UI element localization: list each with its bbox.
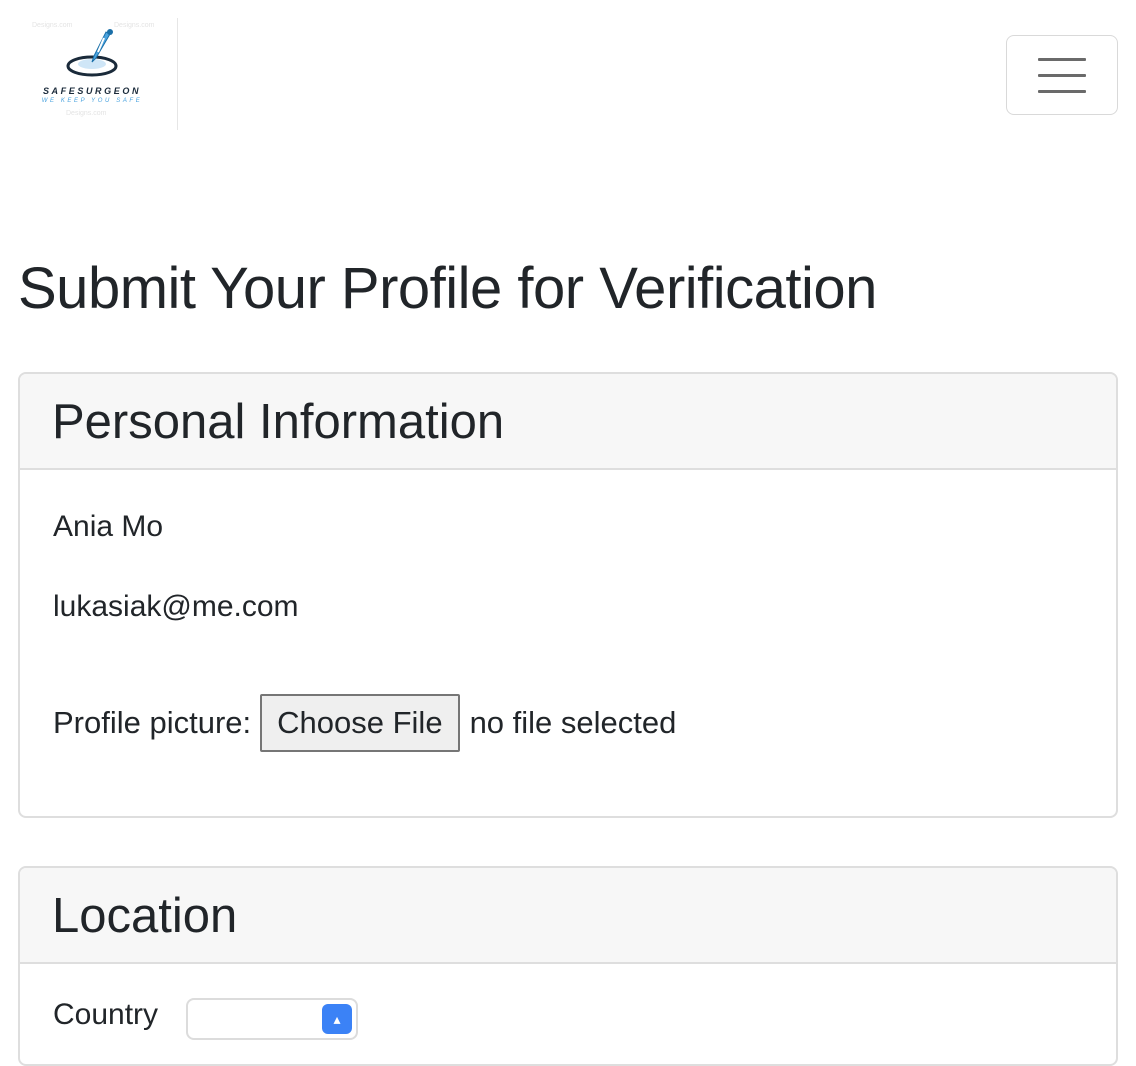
card-header: Personal Information: [20, 374, 1116, 470]
brand-name: SAFESURGEON: [42, 86, 142, 96]
profile-picture-field: Profile picture: Choose File no file sel…: [53, 694, 676, 752]
country-label: Country: [53, 998, 159, 1031]
scalpel-logo-icon: [66, 29, 118, 77]
brand-tagline: WE KEEP YOU SAFE: [41, 98, 143, 104]
profile-email: lukasiak@me.com: [53, 590, 299, 623]
logo-watermark: Designs.com: [66, 110, 107, 117]
navbar-toggler-button[interactable]: [1006, 35, 1118, 115]
card-header: Location: [20, 868, 1116, 964]
brand-logo-link[interactable]: Designs.com Designs.com Designs.com SAFE…: [18, 18, 178, 130]
profile-name: Ania Mo: [53, 510, 164, 543]
file-status-text: no file selected: [469, 705, 677, 740]
personal-information-heading: Personal Information: [52, 395, 505, 449]
choose-file-button[interactable]: Choose File: [260, 694, 460, 752]
location-card: Location Country ▴: [18, 866, 1118, 1066]
profile-picture-label: Profile picture:: [53, 705, 252, 740]
country-select[interactable]: ▴: [186, 998, 358, 1040]
personal-information-card: Personal Information Ania Mo lukasiak@me…: [18, 372, 1118, 818]
navbar: Designs.com Designs.com Designs.com SAFE…: [0, 0, 1136, 140]
location-heading: Location: [52, 889, 238, 943]
chevron-up-down-icon: ▴: [322, 1004, 352, 1034]
page-title: Submit Your Profile for Verification: [18, 256, 877, 321]
